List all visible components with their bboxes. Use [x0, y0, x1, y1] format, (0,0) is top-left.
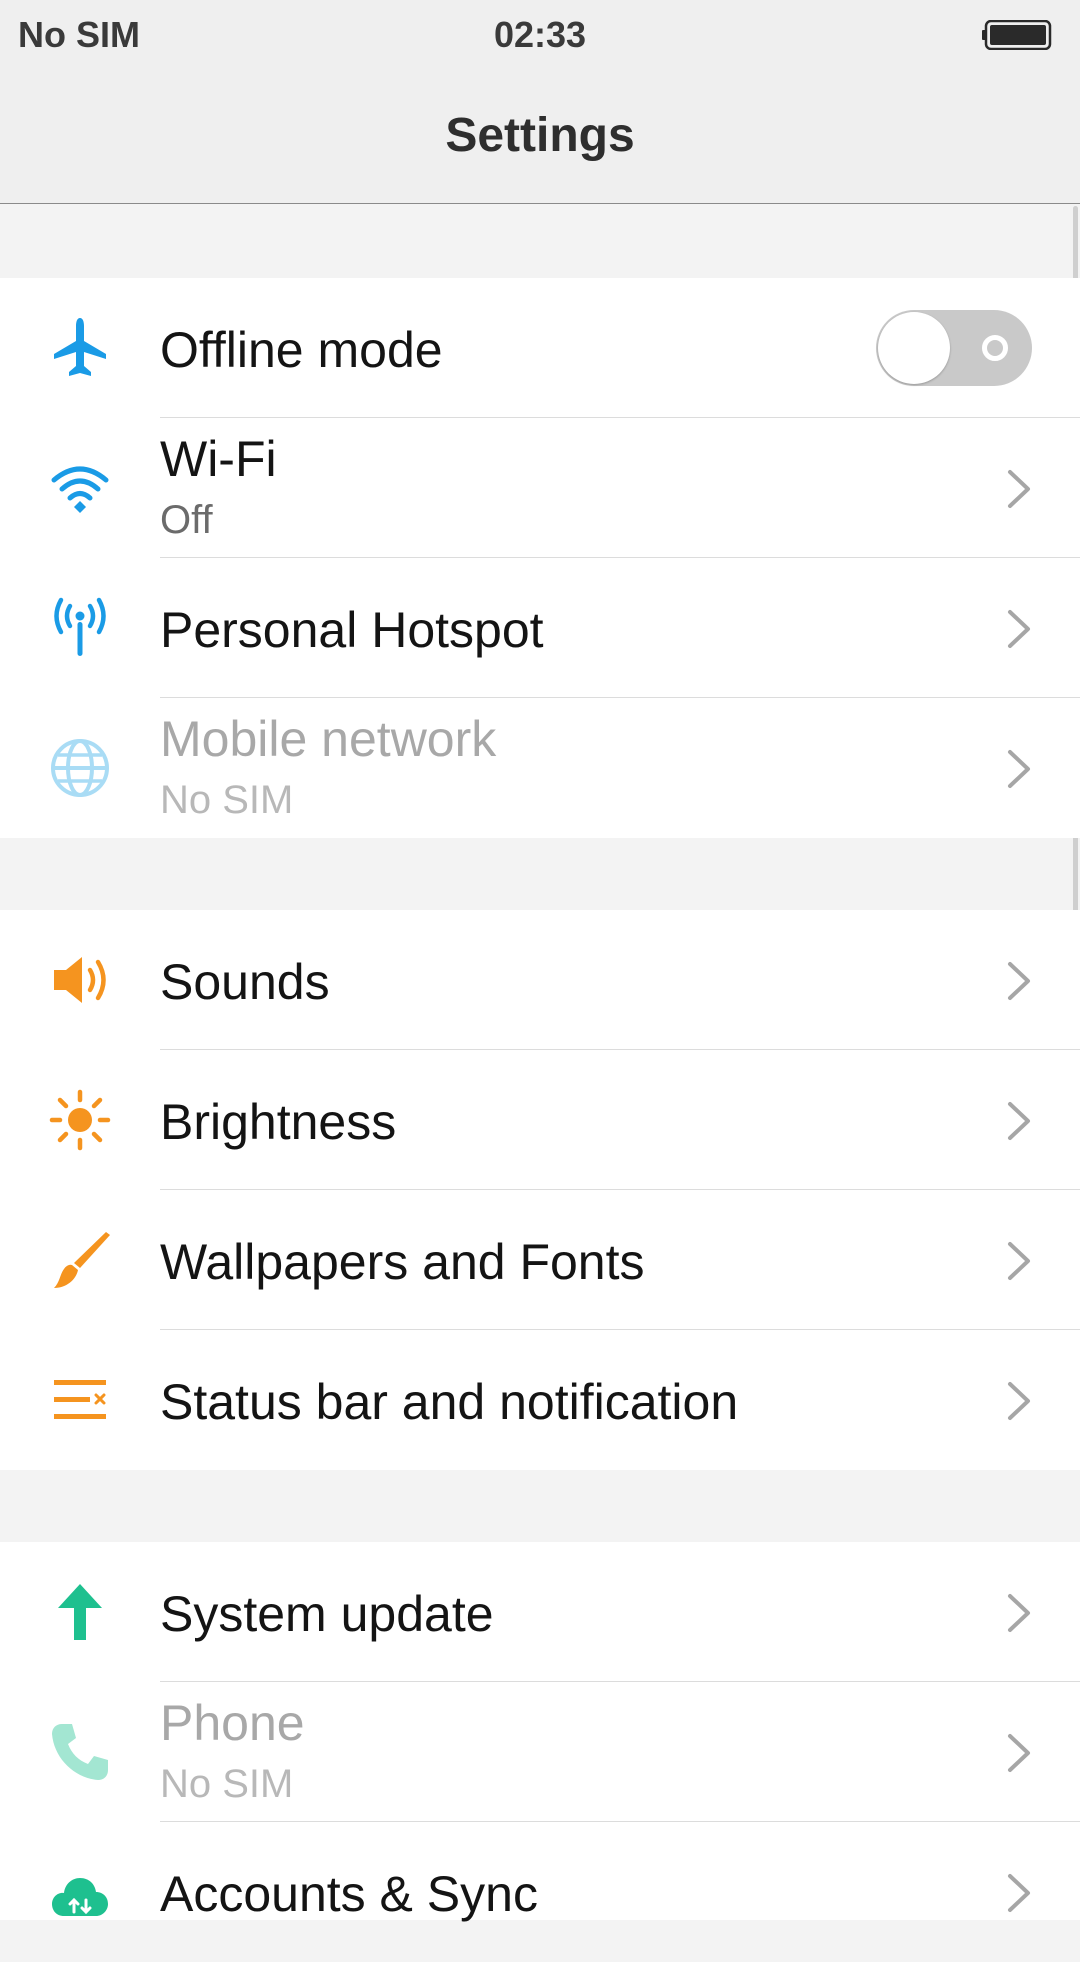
toggle-off-indicator: [982, 335, 1008, 361]
globe-icon: [40, 738, 120, 798]
clock: 02:33: [493, 14, 587, 55]
setting-label: Sounds: [160, 954, 330, 1010]
setting-system-update[interactable]: System update: [0, 1542, 1080, 1682]
setting-label: System update: [160, 1586, 494, 1642]
offline-mode-toggle[interactable]: [876, 310, 1032, 386]
chevron-right-icon: [1008, 1242, 1030, 1280]
setting-wallpapers-fonts[interactable]: Wallpapers and Fonts: [0, 1190, 1080, 1330]
setting-label: Wi-Fi: [160, 431, 277, 487]
setting-status: No SIM: [160, 1762, 294, 1806]
sun-icon: [40, 1089, 120, 1151]
setting-phone[interactable]: Phone No SIM: [0, 1682, 1080, 1822]
setting-status: No SIM: [160, 778, 294, 822]
chevron-right-icon: [1008, 750, 1030, 788]
setting-label: Accounts & Sync: [160, 1866, 538, 1922]
setting-label: Wallpapers and Fonts: [160, 1234, 645, 1290]
setting-status: Off: [160, 498, 213, 542]
speaker-icon: [40, 950, 120, 1010]
chevron-right-icon: [1008, 1874, 1030, 1912]
status-bar-icon: [40, 1370, 120, 1430]
setting-brightness[interactable]: Brightness: [0, 1050, 1080, 1190]
status-bar: No SIM 02:33: [0, 0, 1080, 72]
setting-label: Status bar and notification: [160, 1374, 739, 1430]
settings-group-display: Sounds Brightness Wallpapers and Fonts S…: [0, 910, 1080, 1470]
settings-group-connectivity: Offline mode Wi-Fi Off Personal Hotspot …: [0, 278, 1080, 838]
title-bar: Settings: [0, 72, 1080, 204]
setting-sounds[interactable]: Sounds: [0, 910, 1080, 1050]
wifi-icon: [40, 458, 120, 518]
paintbrush-icon: [40, 1230, 120, 1290]
setting-label: Offline mode: [160, 322, 443, 378]
chevron-right-icon: [1008, 470, 1030, 508]
setting-accounts-sync[interactable]: Accounts & Sync: [0, 1822, 1080, 1962]
setting-personal-hotspot[interactable]: Personal Hotspot: [0, 558, 1080, 698]
setting-label: Mobile network: [160, 711, 497, 767]
setting-label: Phone: [160, 1695, 305, 1751]
cloud-sync-icon: [40, 1862, 120, 1922]
setting-status-bar-notification[interactable]: Status bar and notification: [0, 1330, 1080, 1470]
setting-wifi[interactable]: Wi-Fi Off: [0, 418, 1080, 558]
airplane-icon: [40, 318, 120, 378]
toggle-knob: [878, 312, 950, 384]
setting-label: Brightness: [160, 1094, 397, 1150]
chevron-right-icon: [1008, 1594, 1030, 1632]
chevron-right-icon: [1008, 610, 1030, 648]
chevron-right-icon: [1008, 1382, 1030, 1420]
chevron-right-icon: [1008, 962, 1030, 1000]
setting-label: Personal Hotspot: [160, 602, 544, 658]
battery-full-icon: [982, 20, 1052, 50]
setting-offline-mode[interactable]: Offline mode: [0, 278, 1080, 418]
settings-group-system: System update Phone No SIM Accounts & Sy…: [0, 1542, 1080, 1922]
setting-mobile-network[interactable]: Mobile network No SIM: [0, 698, 1080, 838]
chevron-right-icon: [1008, 1734, 1030, 1772]
page-title: Settings: [445, 109, 635, 162]
arrow-up-icon: [40, 1582, 120, 1642]
phone-icon: [40, 1722, 120, 1782]
chevron-right-icon: [1008, 1102, 1030, 1140]
hotspot-icon: [40, 597, 120, 658]
